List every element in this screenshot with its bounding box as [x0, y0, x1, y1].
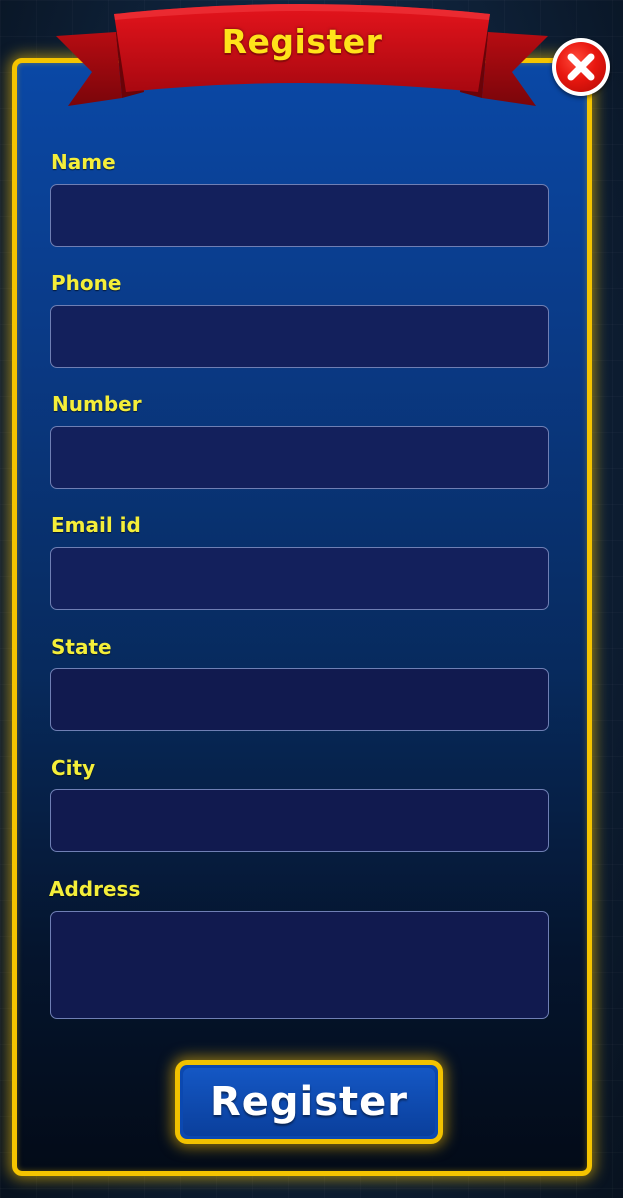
phone-label: Phone [51, 271, 122, 295]
register-button[interactable]: Register [175, 1060, 443, 1144]
close-button[interactable] [552, 38, 610, 96]
phone-input[interactable] [50, 305, 549, 368]
register-button-label: Register [209, 1079, 409, 1125]
address-label: Address [49, 877, 141, 901]
number-input[interactable] [50, 426, 549, 489]
game-screen: Register Name Phone Number Email id Stat… [0, 0, 623, 1198]
close-icon [567, 53, 595, 81]
city-input[interactable] [50, 789, 549, 852]
name-label: Name [51, 150, 116, 174]
address-input[interactable] [50, 911, 549, 1019]
email-label: Email id [51, 513, 141, 537]
name-input[interactable] [50, 184, 549, 247]
title-ribbon: Register [52, 0, 552, 112]
number-label: Number [52, 392, 142, 416]
state-input[interactable] [50, 668, 549, 731]
email-input[interactable] [50, 547, 549, 610]
page-title: Register [221, 22, 383, 61]
city-label: City [51, 756, 96, 780]
state-label: State [51, 635, 112, 659]
